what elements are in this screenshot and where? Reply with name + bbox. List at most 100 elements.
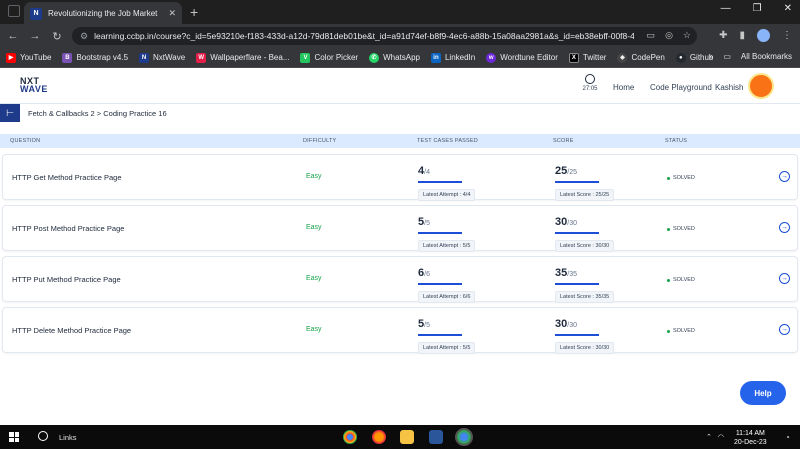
site-info-icon[interactable]: ⚙ <box>80 31 88 42</box>
status-dot-icon <box>667 176 670 180</box>
score-progress-bar <box>555 232 599 234</box>
column-header-status: STATUS <box>665 138 688 144</box>
score: 35/35 Latest Score : 35/35 <box>555 263 615 303</box>
firefox-taskbar-icon[interactable] <box>372 430 386 444</box>
youtube-icon: ▶ <box>6 52 16 63</box>
back-icon[interactable]: ← <box>2 30 24 42</box>
url-text[interactable]: learning.ccbp.in/course?c_id=5e93210e-f1… <box>94 31 634 41</box>
table-row[interactable]: HTTP Get Method Practice Page Easy 4/4 L… <box>2 154 798 201</box>
new-tab-icon[interactable]: + <box>190 4 198 20</box>
table-row[interactable]: HTTP Delete Method Practice Page Easy 5/… <box>2 307 798 354</box>
score: 30/30 Latest Score : 30/30 <box>555 314 615 354</box>
forward-icon[interactable]: → <box>24 30 46 42</box>
taskbar-search-text[interactable]: Links <box>59 433 77 442</box>
bookmark-twitter[interactable]: X Twitter <box>568 52 606 63</box>
notifications-icon[interactable]: ◔ <box>785 433 790 442</box>
arrow-right-circle-icon[interactable]: → <box>779 222 790 233</box>
word-taskbar-icon[interactable] <box>429 430 443 444</box>
search-icon[interactable] <box>38 431 48 441</box>
reload-icon[interactable]: ↻ <box>46 30 68 43</box>
browser-tab-bar: N Revolutionizing the Job Market ✕ + — ❐… <box>0 0 800 26</box>
question-name[interactable]: HTTP Put Method Practice Page <box>12 275 121 284</box>
chrome-active-taskbar-icon[interactable] <box>455 428 473 446</box>
more-bookmarks-icon[interactable]: » <box>709 52 713 61</box>
wallpaperflare-icon: W <box>196 52 207 63</box>
menu-icon[interactable]: ⋮ <box>782 30 792 41</box>
status-dot-icon <box>667 227 670 231</box>
score-progress-bar <box>555 181 599 183</box>
profile-avatar[interactable] <box>757 29 770 42</box>
url-omnibox[interactable]: ⚙ learning.ccbp.in/course?c_id=5e93210e-… <box>72 27 697 45</box>
column-header-test-cases: TEST CASES PASSED <box>417 138 478 144</box>
all-bookmarks-link[interactable]: All Bookmarks <box>741 52 792 61</box>
bookmark-whatsapp[interactable]: ✆ WhatsApp <box>369 52 420 63</box>
test-cases-progress-bar <box>418 334 462 336</box>
maximize-icon[interactable]: ❐ <box>753 3 762 14</box>
tab-actions-icon[interactable] <box>8 5 20 17</box>
bookmark-bootstrap[interactable]: B Bootstrap v4.5 <box>62 52 128 63</box>
nxtwave-logo[interactable]: NXT WAVE <box>20 77 48 94</box>
nav-code-playground[interactable]: Code Playground <box>650 83 712 92</box>
column-header-difficulty: DIFFICULTY <box>303 138 337 144</box>
close-icon[interactable]: ✕ <box>168 8 176 19</box>
breadcrumb[interactable]: Fetch & Callbacks 2 > Coding Practice 16 <box>28 109 167 118</box>
side-panel-icon[interactable]: ▮ <box>739 30 745 41</box>
status-dot-icon <box>667 329 670 333</box>
latest-attempt: Latest Attempt : 4/4 <box>418 189 476 201</box>
latest-score: Latest Score : 30/30 <box>555 342 615 354</box>
test-cases-passed: 6/6 Latest Attempt : 6/6 <box>418 263 476 303</box>
bookmark-github[interactable]: ● Github <box>675 52 713 63</box>
arrow-right-circle-icon[interactable]: → <box>779 273 790 284</box>
latest-attempt: Latest Attempt : 5/5 <box>418 240 476 252</box>
nav-user-name[interactable]: Kashish <box>715 83 743 92</box>
chrome-taskbar-icon[interactable] <box>343 430 357 444</box>
bookmark-nxtwave[interactable]: N NxtWave <box>139 52 185 63</box>
bookmark-youtube[interactable]: ▶ YouTube <box>6 52 51 63</box>
test-cases-passed: 5/5 Latest Attempt : 5/5 <box>418 314 476 354</box>
wifi-icon[interactable]: ◠ <box>718 433 724 441</box>
taskbar-clock[interactable]: 11:14 AM 20-Dec-23 <box>734 429 767 447</box>
user-avatar[interactable] <box>748 73 774 99</box>
test-cases-passed: 5/5 Latest Attempt : 5/5 <box>418 212 476 252</box>
bookmark-linkedin[interactable]: in LinkedIn <box>430 52 475 63</box>
bookmark-star-icon[interactable]: ☆ <box>683 30 691 41</box>
wordtune-icon: w <box>486 52 497 63</box>
timer: 27:05 <box>580 74 600 92</box>
help-button[interactable]: Help <box>740 381 786 405</box>
arrow-right-circle-icon[interactable]: → <box>779 324 790 335</box>
bookmark-wallpaperflare[interactable]: W Wallpaperflare - Bea... <box>196 52 289 63</box>
stopwatch-icon <box>585 74 595 84</box>
latest-score: Latest Score : 35/35 <box>555 291 615 303</box>
minimize-icon[interactable]: — <box>721 3 731 14</box>
window-controls: — ❐ ✕ <box>721 3 792 14</box>
extensions-icon[interactable]: ✚ <box>719 30 727 41</box>
bookmark-codepen[interactable]: ◈ CodePen <box>617 52 665 63</box>
arrow-right-circle-icon[interactable]: → <box>779 171 790 182</box>
omnibox-actions: ▭ ◎ ☆ <box>647 30 691 41</box>
cast-icon[interactable]: ▭ <box>647 30 656 41</box>
test-cases-progress-bar <box>418 232 462 234</box>
nav-home[interactable]: Home <box>613 83 634 92</box>
question-name[interactable]: HTTP Post Method Practice Page <box>12 224 124 233</box>
window-close-icon[interactable]: ✕ <box>784 3 792 14</box>
windows-start-icon[interactable] <box>9 432 19 442</box>
sidebar-toggle-icon[interactable]: ⊢ <box>0 104 20 122</box>
browser-tab[interactable]: N Revolutionizing the Job Market ✕ <box>24 1 182 26</box>
address-bar: ← → ↻ ⚙ learning.ccbp.in/course?c_id=5e9… <box>0 24 800 48</box>
bootstrap-icon: B <box>62 52 73 63</box>
question-name[interactable]: HTTP Get Method Practice Page <box>12 173 122 182</box>
file-explorer-taskbar-icon[interactable] <box>400 430 414 444</box>
difficulty-badge: Easy <box>306 275 322 282</box>
question-name[interactable]: HTTP Delete Method Practice Page <box>12 326 131 335</box>
chevron-up-icon[interactable]: ⌃ <box>706 433 712 441</box>
bookmarks-bar: ▶ YouTube B Bootstrap v4.5 N NxtWave W Wallp… <box>0 48 800 68</box>
status-badge: SOLVED <box>667 226 695 232</box>
difficulty-badge: Easy <box>306 224 322 231</box>
bookmark-color-picker[interactable]: V Color Picker <box>300 52 358 63</box>
bookmark-wordtune[interactable]: w Wordtune Editor <box>486 52 558 63</box>
table-row[interactable]: HTTP Put Method Practice Page Easy 6/6 L… <box>2 256 798 303</box>
google-lens-icon[interactable]: ◎ <box>665 30 673 41</box>
test-cases-progress-bar <box>418 283 462 285</box>
table-row[interactable]: HTTP Post Method Practice Page Easy 5/5 … <box>2 205 798 252</box>
latest-score: Latest Score : 30/30 <box>555 240 615 252</box>
